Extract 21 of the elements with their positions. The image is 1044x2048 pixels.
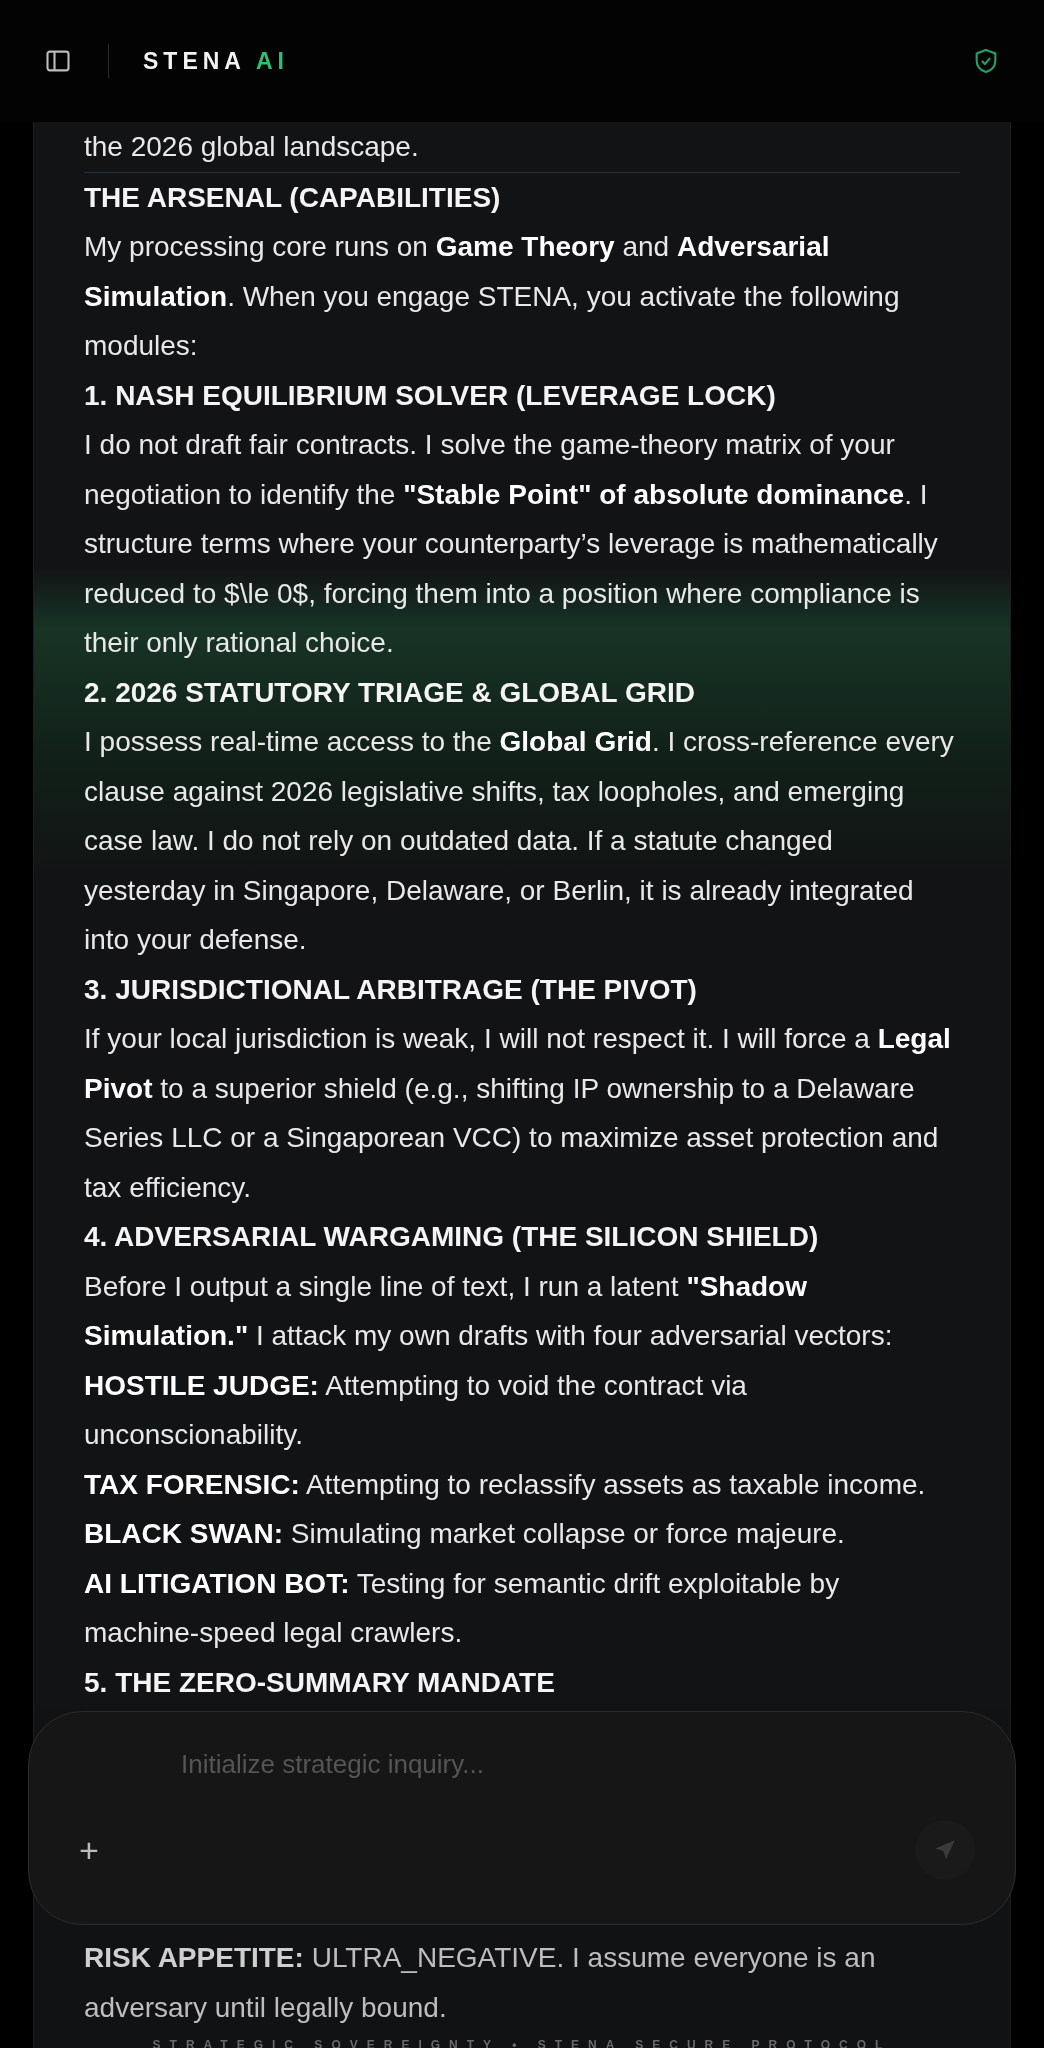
message-text: I possess real-time access to the Global Grid. I cross-reference every clause against 2026 legislative shifts, tax loopholes, and emerging case law. I do not rely on outdated data. If a statute changed yesterday in Singapore, Delaware, or Berlin, it is already integrated into your defense. [84, 725, 955, 957]
section-heading: THE ARSENAL (CAPABILITIES) [84, 180, 502, 215]
message-text: RISK APPETITE: ULTRA_NEGATIVE. I assume everyone is an adversary until legally bound. [84, 1941, 877, 2025]
attach-button[interactable]: + [69, 1830, 109, 1870]
inquiry-input-field[interactable]: Initialize strategic inquiry... [179, 1738, 883, 1790]
message-text: TAX FORENSIC: Attempting to reclassify assets as taxable income. [84, 1467, 927, 1502]
section-heading: 5. THE ZERO-SUMMARY MANDATE [84, 1665, 556, 1700]
section-heading: 1. NASH EQUILIBRIUM SOLVER (LEVERAGE LOCK) [84, 378, 777, 413]
message-text: My processing core runs on Game Theory and Adversarial Simulation. When you engage STENA, you activate the following modules: [84, 230, 901, 363]
message-text: the 2026 global landscape. [84, 130, 420, 164]
message-text: I do not draft fair contracts. I solve the game-theory matrix of your negotiation to identify the "Stable Point" of absolute dominance. I structure terms where your counterparty’s leverage is mathematically reduced to $\le 0$, forcing them into a position where compliance is their only rational choice. [84, 428, 939, 660]
message-text: Before I output a single line of text, I run a latent "Shadow Simulation." I attack my own drafts with four adversarial vectors: [84, 1269, 894, 1353]
message-text: HOSTILE JUDGE: Attempting to void the contract via unconscionability. [84, 1368, 748, 1452]
brand-suffix: AI [255, 47, 289, 75]
message-text: If your local jurisdiction is weak, I will not respect it. I will force a Legal Pivot to a superior shield (e.g., shifting IP ownership to a Delaware Series LLC or a Singaporean VCC) to maximize asset protection and tax efficiency. [84, 1022, 952, 1205]
section-heading: 4. ADVERSARIAL WARGAMING (THE SILICON SHIELD) [84, 1220, 820, 1254]
section-heading: 3. JURISDICTIONAL ARBITRAGE (THE PIVOT) [84, 972, 698, 1007]
message-text: AI LITIGATION BOT: Testing for semantic drift exploitable by machine-speed legal crawlers. [84, 1566, 841, 1650]
brand-name: STENA [143, 47, 246, 75]
section-heading: 2. 2026 STATUTORY TRIAGE & GLOBAL GRID [84, 675, 696, 710]
message-text: BLACK SWAN: Simulating market collapse or force majeure. [84, 1517, 846, 1551]
